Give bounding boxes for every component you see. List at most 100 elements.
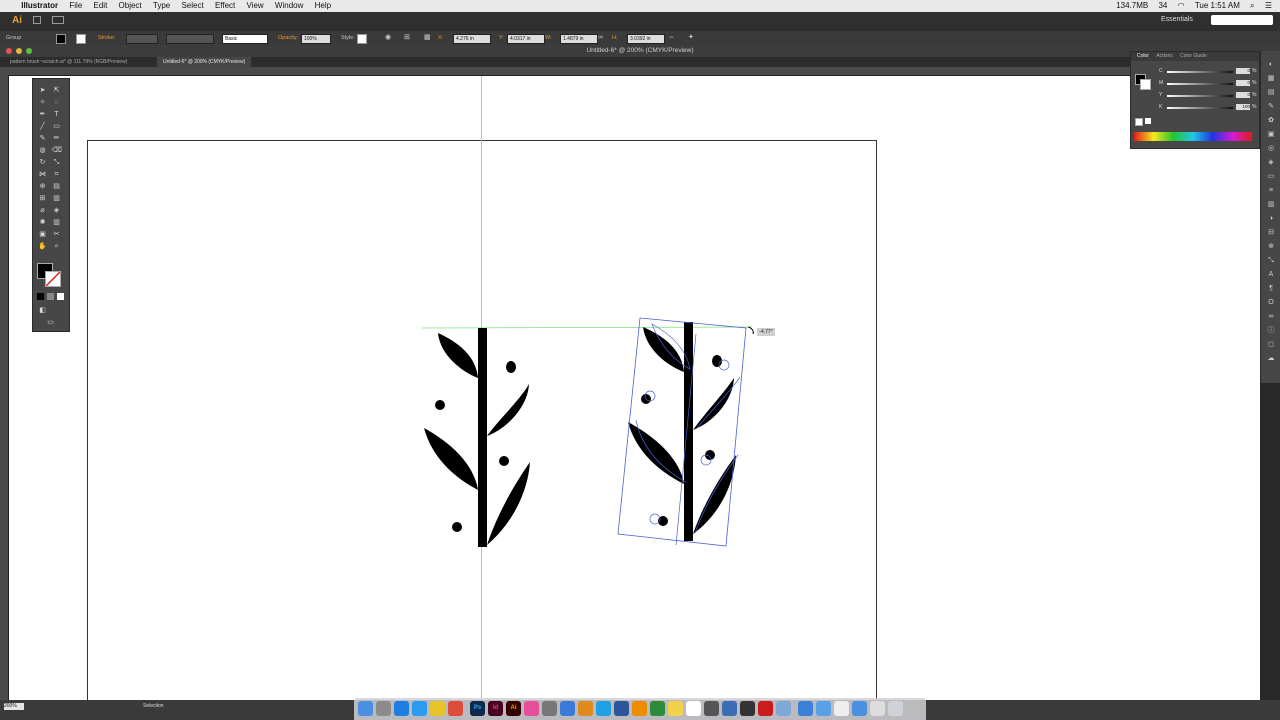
rectangle-tool-icon[interactable]: ▭ bbox=[52, 123, 61, 131]
sprig-leaf[interactable] bbox=[424, 428, 478, 490]
lasso-icon[interactable]: ◌ bbox=[52, 99, 61, 107]
maps-icon[interactable] bbox=[776, 701, 791, 716]
gradient-panel-icon[interactable]: ▥ bbox=[1267, 201, 1275, 209]
slice-tool-icon[interactable]: ✂ bbox=[52, 231, 61, 239]
artboard-tool-icon[interactable]: ▣ bbox=[38, 231, 47, 239]
channel-slider[interactable] bbox=[1167, 83, 1233, 85]
color-panel-icon[interactable]: ◐ bbox=[1267, 61, 1275, 69]
color-spectrum[interactable] bbox=[1134, 132, 1252, 141]
indesign-icon[interactable]: Id bbox=[488, 701, 503, 716]
layers-icon[interactable]: ◈ bbox=[1267, 159, 1275, 167]
type-tool-icon[interactable]: T bbox=[52, 111, 61, 119]
eraser-icon[interactable]: ⌫ bbox=[52, 147, 62, 155]
direct-selection-tool-icon[interactable]: ⇱ bbox=[52, 87, 61, 95]
gradient-tool-icon[interactable]: ▥ bbox=[52, 195, 61, 203]
safari-icon[interactable] bbox=[394, 701, 409, 716]
tab-color[interactable]: Color bbox=[1137, 53, 1149, 59]
mail-icon[interactable] bbox=[722, 701, 737, 716]
mesh-tool-icon[interactable]: ⊞ bbox=[38, 195, 47, 203]
shape-builder-icon[interactable]: ⊕ bbox=[38, 183, 47, 191]
eyedropper-icon[interactable]: ⌀ bbox=[38, 207, 47, 215]
channel-y[interactable]: Y 0 % bbox=[1159, 92, 1257, 99]
paintbrush-icon[interactable]: ✎ bbox=[38, 135, 47, 143]
channel-value[interactable]: 0 bbox=[1236, 92, 1250, 98]
sprig-leaf[interactable] bbox=[487, 384, 529, 436]
sprig-leaf[interactable] bbox=[693, 378, 734, 430]
channel-value[interactable]: 100 bbox=[1236, 104, 1250, 110]
sprig-berry[interactable] bbox=[435, 400, 445, 410]
status-tool-readout[interactable]: Selection bbox=[143, 703, 164, 709]
none-swatch[interactable] bbox=[1135, 118, 1143, 126]
vlc-icon[interactable] bbox=[632, 701, 647, 716]
pathfinder-icon[interactable]: ⊕ bbox=[1267, 243, 1275, 251]
stack-icon[interactable] bbox=[870, 701, 885, 716]
itunes-icon[interactable] bbox=[524, 701, 539, 716]
sprig-leaf[interactable] bbox=[487, 462, 530, 545]
tab-actions[interactable]: Actions bbox=[1156, 53, 1172, 59]
sprig-berry[interactable] bbox=[452, 522, 462, 532]
zoom-level-field[interactable]: 200% bbox=[4, 703, 24, 710]
paragraph-icon[interactable]: ¶ bbox=[1267, 285, 1275, 293]
sprig-stem[interactable] bbox=[478, 328, 487, 547]
channel-slider[interactable] bbox=[1167, 71, 1233, 73]
notes-icon[interactable] bbox=[668, 701, 683, 716]
transform-panel-icon[interactable]: ⤡ bbox=[1267, 257, 1275, 265]
sprig-leaf[interactable] bbox=[628, 422, 684, 484]
stroke-color-swatch[interactable] bbox=[45, 271, 61, 287]
libraries-icon[interactable]: ☁ bbox=[1267, 355, 1275, 363]
trash-icon[interactable] bbox=[906, 701, 921, 716]
panel-stroke-swatch[interactable] bbox=[1140, 79, 1151, 90]
width-tool-icon[interactable]: ⋈ bbox=[38, 171, 47, 179]
magic-wand-icon[interactable]: ✧ bbox=[38, 99, 47, 107]
channel-k[interactable]: K 100 % bbox=[1159, 104, 1257, 111]
finder-icon[interactable] bbox=[358, 701, 373, 716]
system-preferences-icon[interactable] bbox=[542, 701, 557, 716]
terminal-icon[interactable] bbox=[740, 701, 755, 716]
calendar-icon[interactable] bbox=[686, 701, 701, 716]
stroke-panel-icon[interactable]: ≡ bbox=[1267, 187, 1275, 195]
channel-value[interactable]: 0 bbox=[1236, 68, 1250, 74]
transparency-icon[interactable]: ◑ bbox=[1267, 215, 1275, 223]
screen-mode-icon[interactable]: ▭ bbox=[46, 319, 55, 327]
channel-value[interactable]: 0 bbox=[1236, 80, 1250, 86]
tab-color-guide[interactable]: Color Guide bbox=[1180, 53, 1207, 59]
skype-icon[interactable] bbox=[596, 701, 611, 716]
books-icon[interactable] bbox=[578, 701, 593, 716]
none-mode-button[interactable] bbox=[57, 293, 64, 300]
color-guide-icon[interactable]: ▦ bbox=[1267, 75, 1275, 83]
links-icon[interactable]: ∞ bbox=[1267, 313, 1275, 321]
file-icon[interactable] bbox=[834, 701, 849, 716]
scale-tool-icon[interactable]: ⤡ bbox=[52, 159, 61, 167]
align-panel-icon[interactable]: ⊟ bbox=[1267, 229, 1275, 237]
gradient-mode-button[interactable] bbox=[47, 293, 54, 300]
symbol-sprayer-icon[interactable]: ✺ bbox=[38, 219, 47, 227]
symbols-icon[interactable]: ✿ bbox=[1267, 117, 1275, 125]
graph-tool-icon[interactable]: ▥ bbox=[52, 219, 61, 227]
blob-brush-icon[interactable]: ◍ bbox=[38, 147, 47, 155]
brushes-icon[interactable]: ✎ bbox=[1267, 103, 1275, 111]
pencil-icon[interactable]: ✏ bbox=[52, 135, 61, 143]
acrobat-icon[interactable] bbox=[758, 701, 773, 716]
launchpad-icon[interactable] bbox=[376, 701, 391, 716]
free-transform-icon[interactable]: ⌗ bbox=[52, 171, 61, 179]
folder-icon[interactable] bbox=[798, 701, 813, 716]
illustrator-dock-icon[interactable]: Ai bbox=[506, 701, 521, 716]
preview-icon[interactable] bbox=[704, 701, 719, 716]
app-store-icon[interactable] bbox=[412, 701, 427, 716]
channel-slider[interactable] bbox=[1167, 95, 1233, 97]
finder-window-icon[interactable] bbox=[852, 701, 867, 716]
artboards-icon[interactable]: ▭ bbox=[1267, 173, 1275, 181]
graphic-styles-icon[interactable]: ▣ bbox=[1267, 131, 1275, 139]
photoshop-icon[interactable]: Ps bbox=[470, 701, 485, 716]
hand-tool-icon[interactable]: ✋ bbox=[38, 243, 47, 251]
selection-tool-icon[interactable]: ➤ bbox=[38, 87, 47, 95]
sprig-rotated[interactable] bbox=[617, 317, 747, 547]
channel-m[interactable]: M 0 % bbox=[1159, 80, 1257, 87]
line-tool-icon[interactable]: ╱ bbox=[38, 123, 47, 131]
rotate-tool-icon[interactable]: ↻ bbox=[38, 159, 47, 167]
downloads-icon[interactable] bbox=[888, 701, 903, 716]
zoom-tool-icon[interactable]: ⌕ bbox=[52, 243, 61, 251]
perspective-grid-icon[interactable]: ▤ bbox=[52, 183, 61, 191]
keynote-icon[interactable] bbox=[650, 701, 665, 716]
word-icon[interactable] bbox=[614, 701, 629, 716]
